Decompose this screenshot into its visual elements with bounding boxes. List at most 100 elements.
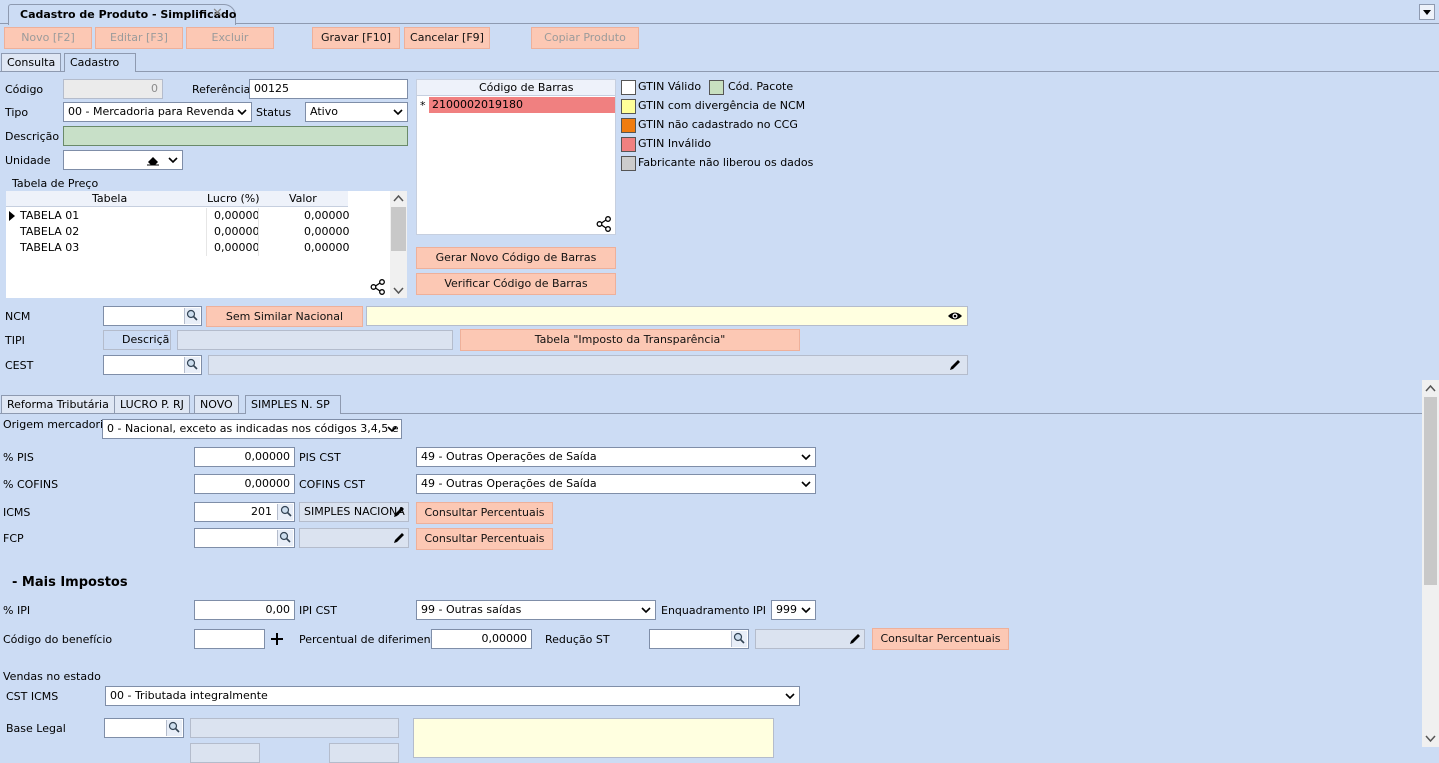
row-marker: * — [420, 99, 426, 112]
tipo-select[interactable]: 00 - Mercadoria para Revenda — [63, 102, 252, 122]
copiar-produto-button[interactable]: Copiar Produto — [531, 27, 639, 49]
referencia-field[interactable]: 00125 — [249, 79, 408, 99]
legend-label: Cód. Pacote — [728, 80, 794, 93]
search-icon[interactable] — [277, 504, 293, 520]
share-icon[interactable] — [370, 279, 386, 295]
barcode-row[interactable]: 2100002019180 — [429, 97, 615, 113]
tab-simples-n-sp[interactable]: SIMPLES N. SP — [245, 395, 341, 414]
scroll-up-icon[interactable] — [1422, 382, 1439, 396]
chevron-down-icon — [387, 426, 397, 433]
scroll-down-icon[interactable] — [390, 283, 407, 297]
ipi-field[interactable]: 0,00 — [194, 600, 295, 620]
beneficio-field[interactable] — [194, 629, 265, 649]
tab-reforma-tributaria[interactable]: Reforma Tributária — [1, 395, 115, 413]
scroll-up-icon[interactable] — [390, 192, 407, 206]
search-icon[interactable] — [184, 308, 200, 324]
scrollbar-thumb[interactable] — [391, 207, 406, 251]
column-header-valor[interactable]: Valor — [289, 192, 317, 206]
gerar-codigo-button[interactable]: Gerar Novo Código de Barras — [416, 247, 616, 269]
icms-description-field: SIMPLES NACIONA — [299, 502, 409, 522]
mais-impostos-heading[interactable]: - Mais Impostos — [12, 575, 128, 591]
close-icon[interactable]: ✕ — [212, 7, 223, 21]
unidade-select[interactable] — [63, 150, 183, 170]
scroll-down-icon[interactable] — [1422, 731, 1439, 745]
table-cell: 0,00000 — [214, 209, 260, 222]
table-cell: 0,00000 — [304, 225, 350, 238]
pis-field[interactable]: 0,00000 — [194, 447, 295, 467]
window-tab[interactable]: Cadastro de Produto - Simplificado ✕ — [8, 4, 236, 25]
sem-similar-button[interactable]: Sem Similar Nacional — [206, 306, 363, 327]
table-cell: TABELA 01 — [20, 209, 80, 222]
excluir-button[interactable]: Excluir — [186, 27, 274, 49]
tab-cadastro[interactable]: Cadastro — [64, 53, 136, 72]
pencil-icon[interactable] — [948, 358, 962, 372]
fcp-field[interactable] — [194, 528, 295, 548]
chevron-down-icon — [168, 157, 178, 164]
plus-icon[interactable] — [270, 632, 284, 646]
pis-cst-select[interactable]: 49 - Outras Operações de Saída — [416, 447, 816, 467]
column-header-tabela[interactable]: Tabela — [92, 192, 127, 206]
tabela-imposto-button[interactable]: Tabela "Imposto da Transparência" — [460, 329, 800, 351]
table-row[interactable]: TABELA 02 0,00000 0,00000 — [6, 224, 350, 240]
window-menu-button[interactable] — [1419, 4, 1435, 20]
origem-value: 0 - Nacional, exceto as indicadas nos có… — [107, 422, 402, 435]
cofins-cst-label: COFINS CST — [299, 478, 365, 491]
status-value: Ativo — [310, 105, 338, 118]
tab-lucro-p-rj[interactable]: LUCRO P. RJ — [114, 395, 190, 413]
cest-field[interactable] — [103, 355, 202, 375]
share-icon[interactable] — [596, 216, 612, 232]
base-legal-field[interactable] — [104, 718, 184, 738]
chevron-down-icon — [801, 454, 811, 461]
novo-button[interactable]: Novo [F2] — [4, 27, 92, 49]
tab-novo[interactable]: NOVO — [194, 395, 239, 413]
table-row[interactable]: TABELA 03 0,00000 0,00000 — [6, 240, 350, 256]
chevron-down-icon — [1423, 10, 1431, 15]
diferimento-field[interactable]: 0,00000 — [431, 629, 532, 649]
descricao-label: Descrição — [122, 333, 171, 346]
cofins-cst-select[interactable]: 49 - Outras Operações de Saída — [416, 474, 816, 494]
pencil-icon[interactable] — [392, 531, 406, 545]
search-icon[interactable] — [184, 357, 200, 373]
chevron-down-icon — [785, 693, 795, 700]
page-scrollbar[interactable] — [1422, 380, 1439, 747]
gravar-button[interactable]: Gravar [F10] — [312, 27, 400, 49]
descricao-field[interactable] — [63, 126, 408, 146]
reducao-st-field[interactable] — [649, 629, 749, 649]
cofins-field[interactable]: 0,00000 — [194, 474, 295, 494]
search-icon[interactable] — [731, 631, 747, 647]
status-select[interactable]: Ativo — [305, 102, 408, 122]
tab-consulta[interactable]: Consulta — [1, 53, 62, 71]
origem-select[interactable]: 0 - Nacional, exceto as indicadas nos có… — [102, 419, 402, 439]
icms-field[interactable]: 201 — [194, 502, 295, 522]
editar-button[interactable]: Editar [F3] — [95, 27, 183, 49]
cst-icms-select[interactable]: 00 - Tributada integralmente — [105, 686, 800, 706]
column-header-lucro[interactable]: Lucro (%) — [207, 192, 260, 206]
chevron-down-icon — [641, 607, 651, 614]
consultar-percentuais-st-button[interactable]: Consultar Percentuais — [872, 628, 1009, 650]
base-legal-text-area[interactable] — [413, 718, 774, 758]
scrollbar-thumb[interactable] — [1424, 397, 1437, 585]
enquadramento-select[interactable]: 999 — [771, 600, 816, 620]
pis-cst-value: 49 - Outras Operações de Saída — [421, 450, 597, 463]
price-table-scrollbar[interactable] — [390, 191, 407, 298]
eraser-icon[interactable] — [146, 154, 160, 166]
pencil-icon[interactable] — [392, 505, 406, 519]
pencil-icon[interactable] — [848, 632, 862, 646]
pis-label: % PIS — [3, 451, 34, 464]
pis-cst-label: PIS CST — [299, 451, 341, 464]
search-icon[interactable] — [166, 720, 182, 736]
beneficio-label: Código do benefício — [3, 633, 113, 646]
ipi-cst-value: 99 - Outras saídas — [421, 603, 522, 616]
search-icon[interactable] — [277, 530, 293, 546]
ipi-cst-label: IPI CST — [299, 604, 338, 617]
legend-swatch — [621, 99, 636, 114]
cancelar-button[interactable]: Cancelar [F9] — [404, 27, 490, 49]
eye-icon[interactable] — [947, 310, 963, 322]
enquadramento-label: Enquadramento IPI — [661, 604, 766, 617]
consultar-percentuais-button[interactable]: Consultar Percentuais — [416, 502, 553, 524]
consultar-percentuais-fcp-button[interactable]: Consultar Percentuais — [416, 528, 553, 550]
table-row[interactable]: TABELA 01 0,00000 0,00000 — [6, 208, 350, 224]
ncm-field[interactable] — [103, 306, 202, 326]
verificar-codigo-button[interactable]: Verificar Código de Barras — [416, 273, 616, 295]
ipi-cst-select[interactable]: 99 - Outras saídas — [416, 600, 656, 620]
